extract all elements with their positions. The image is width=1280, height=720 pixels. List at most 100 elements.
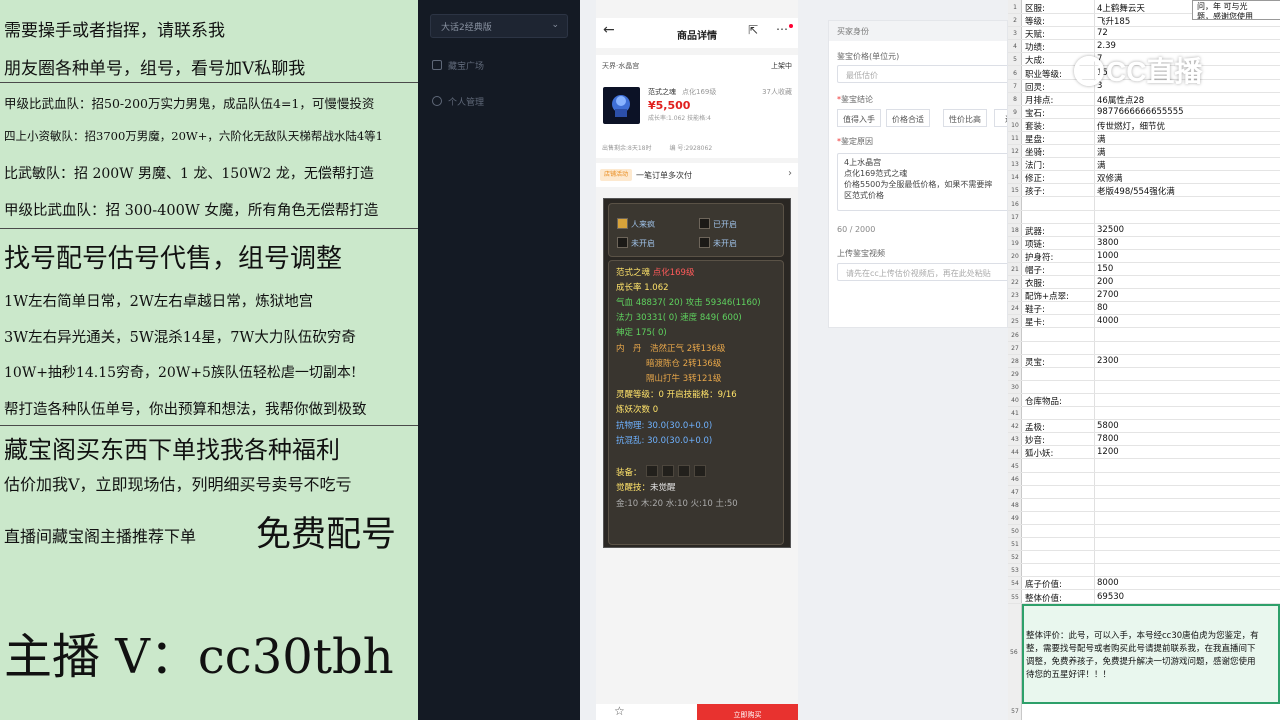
sheet-row[interactable]: 20 护身符: 1000 [1008,250,1280,263]
video-input[interactable]: 请先在cc上传估价视频后，再在此处粘贴 [837,263,1007,281]
promo-bar[interactable]: 店铺活动 一笔订单多次付 › [596,163,798,187]
conclusion-option[interactable]: 近 [994,109,1007,127]
sheet-row[interactable]: 11 星盘: 满 [1008,132,1280,145]
row-number: 41 [1011,410,1019,418]
sheet-row[interactable]: 50 [1008,525,1280,538]
sheet-row[interactable]: 12 坐骑: 满 [1008,145,1280,159]
conclusion-option[interactable]: 价格合适 [886,109,930,127]
server-select[interactable]: 大话2经典版 ⌄ [430,14,568,38]
sidebar-item-personal[interactable]: 个人管理 [432,95,484,108]
more-icon[interactable]: ⋯ [776,22,788,36]
divider [0,425,418,426]
cell-value: 200 [1097,277,1114,288]
pet-thumbnail[interactable] [603,87,640,124]
cell-label: 宝石: [1025,108,1045,119]
sheet-row[interactable]: 49 [1008,512,1280,525]
promo-line: 甲级比武血队：招50-200万实力男鬼，成品队伍4=1，可慢慢投资 [4,96,375,111]
row-number: 3 [1013,30,1017,38]
sheet-row[interactable]: 8 月排点: 46属性点28 [1008,93,1280,106]
share-icon[interactable]: ⇱ [748,23,758,37]
sheet-row[interactable]: 3 天赋: 72 [1008,27,1280,41]
sheet-row[interactable]: 19 项链: 3800 [1008,237,1280,250]
promo-line: 需要操手或者指挥，请联系我 [4,21,225,41]
sheet-row[interactable]: 25 星卡: 4000 [1008,315,1280,329]
cell-value: 80 [1097,303,1108,314]
promo-line: 10W+抽秒14.15穷奇，20W+5族队伍轻松虐一切副本! [4,365,357,381]
row-number: 42 [1011,423,1019,431]
sheet-row[interactable]: 43 妙音: 7800 [1008,433,1280,447]
cell-label: 配饰+点翠: [1025,292,1069,303]
row-number: 18 [1011,226,1019,234]
row-number: 8 [1013,95,1017,103]
cell-label: 护身符: [1025,252,1054,263]
cell-label: 职业等级: [1025,69,1062,80]
row-number: 14 [1011,174,1019,182]
sheet-row[interactable]: 28 灵宝: 2300 [1008,355,1280,368]
sheet-row[interactable]: 42 孟极: 5800 [1008,420,1280,434]
sheet-row[interactable]: 53 [1008,564,1280,578]
sheet-row[interactable]: 18 武器: 32500 [1008,224,1280,237]
sheet-row[interactable]: 26 [1008,329,1280,342]
skill-slot: 未开启 [617,237,655,249]
sheet-row[interactable]: 23 配饰+点翠: 2700 [1008,289,1280,303]
summary-line: 调整，免费养孩子，免费提升解决一切游戏问题，感谢您使用 [1026,657,1256,667]
sheet-row[interactable]: 27 [1008,342,1280,355]
sheet-row[interactable]: 45 [1008,460,1280,473]
sheet-row[interactable]: 46 [1008,473,1280,486]
cell-label: 灵宝: [1025,357,1045,368]
conclusion-option[interactable]: 性价比高 [943,109,987,127]
cell-value: 9877666666655555 [1097,106,1184,117]
row-number: 2 [1013,17,1017,25]
cell-value: 32500 [1097,224,1125,235]
sheet-row[interactable]: 17 [1008,211,1280,224]
page-title: 商品详情 [677,31,717,42]
sheet-row[interactable]: 40 仓库物品: [1008,394,1280,407]
sheet-row[interactable]: 13 法门: 满 [1008,158,1280,172]
cell-label: 孩子: [1025,187,1045,198]
sheet-row[interactable]: 48 [1008,499,1280,512]
cell-value: 4上鹤舞云天 [1097,4,1145,14]
sheet-row[interactable]: 9 宝石: 9877666666655555 [1008,106,1280,119]
pet-hp-attack: 气血 48837( 20) 攻击 59346(1160) [616,298,761,308]
row-number: 45 [1011,462,1019,470]
promo-line: 甲级比武血队：招 300-400W 女魔，所有角色无偿帮打造 [4,203,379,219]
cell-value: 46属性点28 [1097,95,1145,106]
summary-line: 待您的五星好评！！！ [1026,670,1112,680]
cell-value: 4000 [1097,316,1119,327]
sheet-row[interactable]: 29 [1008,368,1280,381]
row-number: 26 [1011,331,1019,339]
sidebar-item-market[interactable]: 藏宝广场 [432,59,484,72]
reason-textarea[interactable]: 4上水晶宫 点化169范式之魂 价格5500为全服最低价格，如果不需要摔 区范式… [837,153,1007,211]
cell-value: 飞升185 [1097,17,1131,28]
sheet-row[interactable]: 22 衣服: 200 [1008,276,1280,290]
price-input[interactable]: 最低估价 [837,65,1007,83]
cell-label: 鞋子: [1025,305,1045,316]
promo-tag: 店铺活动 [600,169,632,181]
row-number: 52 [1011,554,1019,562]
conclusion-option[interactable]: 值得入手 [837,109,881,127]
char-count: 60 / 2000 [837,225,876,234]
star-icon[interactable]: ☆ [614,704,625,718]
sheet-row[interactable]: 15 孩子: 老版498/554强化满 [1008,184,1280,198]
sheet-row[interactable]: 54 底子价值: 8000 [1008,577,1280,591]
sheet-row[interactable]: 10 套装: 传世燃灯，细节优 [1008,119,1280,132]
pet-focus: 神定 175( 0) [616,328,667,338]
sheet-row[interactable]: 24 鞋子: 80 [1008,302,1280,316]
phone-header: ← 商品详情 ⇱ ⋯ [596,18,798,48]
cell-value: 2300 [1097,355,1119,366]
cell-label: 妙音: [1025,436,1045,447]
sheet-row[interactable]: 55 整体价值: 69530 [1008,591,1280,604]
sheet-row[interactable]: 52 [1008,551,1280,565]
sheet-row[interactable]: 51 [1008,538,1280,552]
sheet-row[interactable]: 44 狐小妖: 1200 [1008,446,1280,460]
sheet-row[interactable]: 30 [1008,381,1280,394]
sheet-row[interactable]: 47 [1008,486,1280,499]
cell-label: 修正: [1025,174,1045,185]
sheet-row[interactable]: 14 修正: 双修满 [1008,171,1280,185]
row-number: 56 [1010,649,1018,656]
sheet-row[interactable]: 16 [1008,198,1280,211]
sheet-row[interactable]: 41 [1008,407,1280,421]
buy-now-button[interactable]: 立即购买 [697,704,798,720]
sheet-row[interactable]: 21 帽子: 150 [1008,263,1280,276]
pet-detail-tooltip: 人来疯 已开启 未开启 未开启 范式之魂 点化169级 成长率 1.062 气血… [603,198,791,548]
